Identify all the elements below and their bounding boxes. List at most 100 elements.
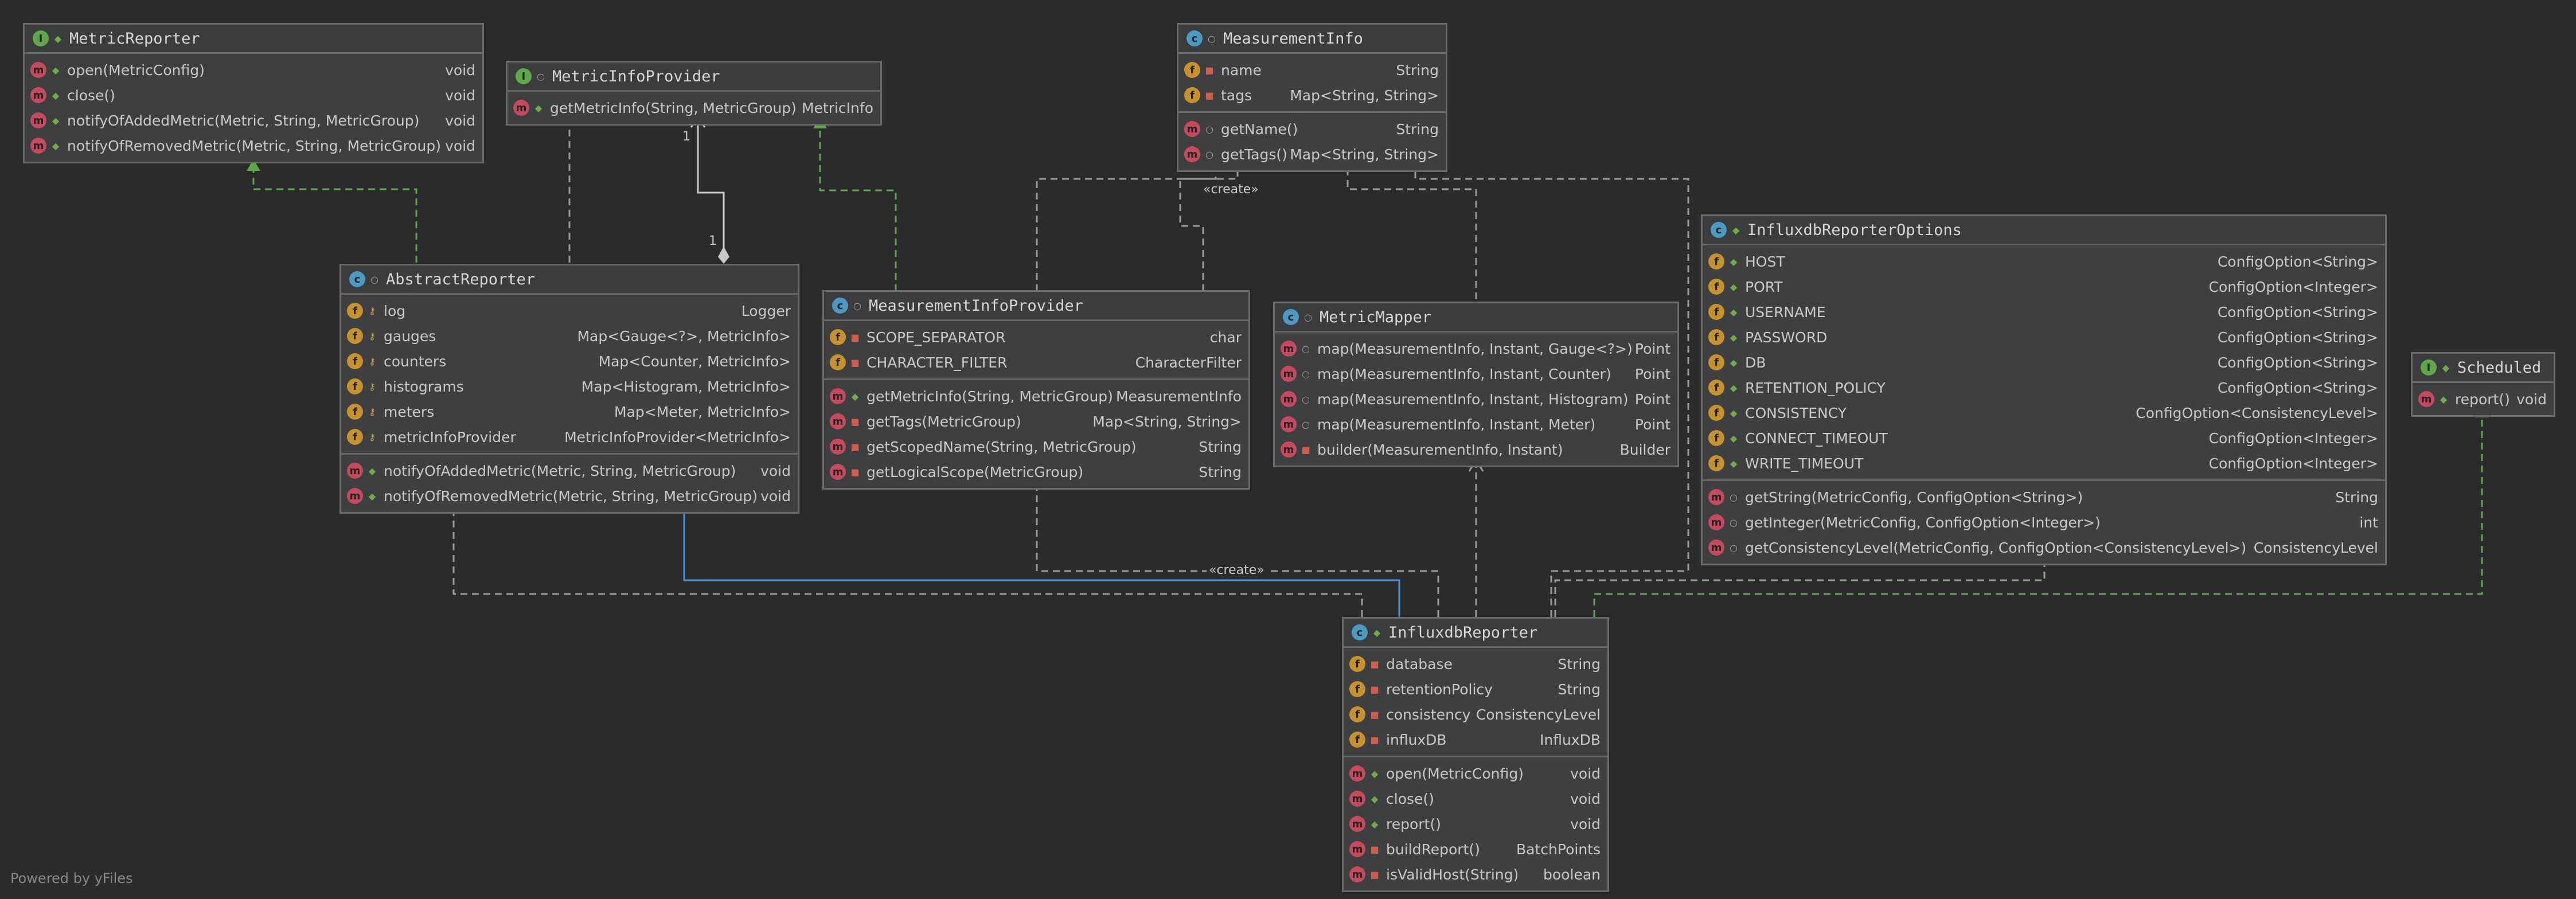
method-row[interactable]: m ◆ notifyOfAddedMetric(Metric, String, Me… xyxy=(341,458,798,483)
field-row[interactable]: f ◆ CONNECT_TIMEOUT ConfigOption<Integer> xyxy=(1703,425,2385,451)
edge-mip-to-measurementinfo xyxy=(1036,162,1217,291)
method-icon: m xyxy=(830,388,846,404)
package-private-icon: ○ xyxy=(1302,368,1310,380)
private-lock-icon: ■ xyxy=(1301,444,1310,455)
field-icon: f xyxy=(1349,732,1365,748)
method-row[interactable]: m ◆ getMetricInfo(String, MetricGroup) Metr… xyxy=(508,95,880,120)
class-metric-mapper[interactable]: c ○ MetricMapper m ○ map(MeasurementInfo, … xyxy=(1273,302,1679,467)
method-row[interactable]: m ○ map(MeasurementInfo, Instant, Gauge<?>… xyxy=(1275,336,1677,361)
class-icon: c xyxy=(1186,30,1203,46)
class-scheduled[interactable]: I ◆ Scheduled m ◆ report() void xyxy=(2411,352,2555,417)
field-row[interactable]: f ⚷ histograms Map<Histogram, MetricInfo> xyxy=(341,374,798,399)
method-row[interactable]: m ○ map(MeasurementInfo, Instant, Counter)… xyxy=(1275,361,1677,386)
field-row[interactable]: f ■ influxDB InfluxDB xyxy=(1344,727,1607,752)
field-row[interactable]: f ⚷ meters Map<Meter, MetricInfo> xyxy=(341,399,798,424)
class-name: MetricMapper xyxy=(1320,308,1432,326)
field-row[interactable]: f ◆ PORT ConfigOption<Integer> xyxy=(1703,274,2385,299)
method-row[interactable]: m ◆ getMetricInfo(String, MetricGroup) Meas… xyxy=(824,384,1248,409)
method-row[interactable]: m ■ getLogicalScope(MetricGroup) String xyxy=(824,459,1248,484)
class-influxdb-reporter-options[interactable]: c ◆ InfluxdbReporterOptions f ◆ HOST Config… xyxy=(1701,214,2387,565)
method-row[interactable]: m ○ getTags() Map<String, String> xyxy=(1178,142,1446,167)
static-field-icon: f xyxy=(1708,354,1724,370)
field-row[interactable]: f ■ CHARACTER_FILTER CharacterFilter xyxy=(824,350,1248,375)
method-row[interactable]: m ◆ open(MetricConfig) void xyxy=(25,57,482,83)
field-row[interactable]: f ◆ WRITE_TIMEOUT ConfigOption<Integer> xyxy=(1703,451,2385,476)
private-lock-icon: ■ xyxy=(850,416,860,427)
static-field-icon: f xyxy=(1708,405,1724,421)
method-row[interactable]: m ○ getName() String xyxy=(1178,116,1446,142)
field-row[interactable]: f ■ tags Map<String, String> xyxy=(1178,83,1446,108)
method-row[interactable]: m ◆ close() void xyxy=(1344,786,1607,811)
method-icon: m xyxy=(830,413,846,429)
class-icon: c xyxy=(832,298,848,314)
class-metric-reporter[interactable]: I ◆ MetricReporter m ◆ open(MetricConfig) v… xyxy=(23,23,484,163)
field-row[interactable]: f ■ consistency ConsistencyLevel xyxy=(1344,702,1607,727)
private-lock-icon: ■ xyxy=(850,441,860,452)
method-row[interactable]: m ■ getTags(MetricGroup) Map<String, String… xyxy=(824,409,1248,434)
private-lock-icon: ■ xyxy=(1370,843,1379,855)
field-row[interactable]: f ■ SCOPE_SEPARATOR char xyxy=(824,325,1248,350)
class-metric-info-provider[interactable]: I ○ MetricInfoProvider m ◆ getMetricInfo(S… xyxy=(506,61,882,126)
field-row[interactable]: f ◆ USERNAME ConfigOption<String> xyxy=(1703,299,2385,325)
public-icon: ◆ xyxy=(1730,357,1738,368)
class-name: MeasurementInfoProvider xyxy=(869,296,1083,315)
class-icon: c xyxy=(1352,624,1368,640)
method-row[interactable]: m ○ getString(MetricConfig, ConfigOption<S… xyxy=(1703,484,2385,510)
composition-diamond xyxy=(718,247,729,264)
class-measurement-info[interactable]: c ○ MeasurementInfo f ■ name String f ■ tags M… xyxy=(1177,23,1447,172)
field-row[interactable]: f ◆ DB ConfigOption<String> xyxy=(1703,350,2385,375)
field-row[interactable]: f ⚷ counters Map<Counter, MetricInfo> xyxy=(341,349,798,374)
method-row[interactable]: m ◆ notifyOfRemovedMetric(Metric, String, … xyxy=(341,483,798,509)
method-row[interactable]: m ◆ notifyOfAddedMetric(Metric, String, Me… xyxy=(25,108,482,133)
field-row[interactable]: f ■ name String xyxy=(1178,57,1446,83)
method-row[interactable]: m ○ map(MeasurementInfo, Instant, Histogra… xyxy=(1275,386,1677,412)
private-lock-icon: ■ xyxy=(850,466,860,478)
package-private-icon: ○ xyxy=(537,71,545,82)
field-row[interactable]: f ◆ HOST ConfigOption<String> xyxy=(1703,249,2385,274)
field-row[interactable]: f ◆ RETENTION_POLICY ConfigOption<String> xyxy=(1703,375,2385,400)
field-row[interactable]: f ■ database String xyxy=(1344,651,1607,677)
method-icon: m xyxy=(1184,121,1200,137)
class-influxdb-reporter[interactable]: c ◆ InfluxdbReporter f ■ database String f ■… xyxy=(1342,617,1609,892)
field-row[interactable]: f ◆ CONSISTENCY ConfigOption<ConsistencyLev… xyxy=(1703,400,2385,425)
public-icon: ◆ xyxy=(368,465,376,476)
method-row[interactable]: m ◆ report() void xyxy=(1344,811,1607,837)
method-row[interactable]: m ◆ close() void xyxy=(25,83,482,108)
method-row[interactable]: m ■ isValidHost(String) boolean xyxy=(1344,862,1607,887)
package-private-icon: ○ xyxy=(853,300,861,311)
method-row[interactable]: m ◆ open(MetricConfig) void xyxy=(1344,761,1607,786)
class-abstract-reporter[interactable]: c ○ AbstractReporter f ⚷ log Logger f ⚷ gauge… xyxy=(339,264,799,514)
class-header: I ○ MetricInfoProvider xyxy=(508,62,880,92)
method-row[interactable]: m ○ getInteger(MetricConfig, ConfigOption<… xyxy=(1703,510,2385,535)
public-icon: ◆ xyxy=(368,490,376,502)
private-lock-icon: ■ xyxy=(850,357,860,368)
private-lock-icon: ■ xyxy=(1370,683,1379,695)
method-icon: m xyxy=(347,488,363,504)
public-icon: ◆ xyxy=(1371,793,1379,804)
field-row[interactable]: f ◆ PASSWORD ConfigOption<String> xyxy=(1703,325,2385,350)
class-header: c ○ AbstractReporter xyxy=(341,265,798,295)
static-method-icon: m xyxy=(1708,540,1724,556)
method-icon: m xyxy=(1349,866,1365,882)
class-measurement-info-provider[interactable]: c ○ MeasurementInfoProvider f ■ SCOPE_SEPA… xyxy=(822,290,1250,490)
field-icon: f xyxy=(347,303,363,319)
package-private-icon: ○ xyxy=(1205,148,1213,160)
class-name: MetricReporter xyxy=(69,29,200,48)
method-icon: m xyxy=(513,100,529,116)
field-row[interactable]: f ⚷ metricInfoProvider MetricInfoProvider<M… xyxy=(341,424,798,450)
class-header: c ◆ InfluxdbReporterOptions xyxy=(1703,216,2385,245)
method-row[interactable]: m ◆ notifyOfRemovedMetric(Metric, String, … xyxy=(25,133,482,158)
method-row[interactable]: m ○ getConsistencyLevel(MetricConfig, Conf… xyxy=(1703,535,2385,560)
field-row[interactable]: f ⚷ log Logger xyxy=(341,298,798,323)
class-name: MetricInfoProvider xyxy=(552,67,720,85)
field-row[interactable]: f ■ retentionPolicy String xyxy=(1344,677,1607,702)
method-row[interactable]: m ◆ report() void xyxy=(2413,386,2554,412)
method-row[interactable]: m ■ buildReport() BatchPoints xyxy=(1344,837,1607,862)
method-row[interactable]: m ■ builder(MeasurementInfo, Instant) Build… xyxy=(1275,437,1677,462)
field-row[interactable]: f ⚷ gauges Map<Gauge<?>, MetricInfo> xyxy=(341,323,798,349)
method-row[interactable]: m ■ getScopedName(String, MetricGroup) Stri… xyxy=(824,434,1248,459)
method-row[interactable]: m ○ map(MeasurementInfo, Instant, Meter) Po… xyxy=(1275,412,1677,437)
private-lock-icon: ■ xyxy=(1205,89,1214,101)
package-private-icon: ○ xyxy=(1205,123,1213,135)
public-icon: ◆ xyxy=(52,64,60,76)
